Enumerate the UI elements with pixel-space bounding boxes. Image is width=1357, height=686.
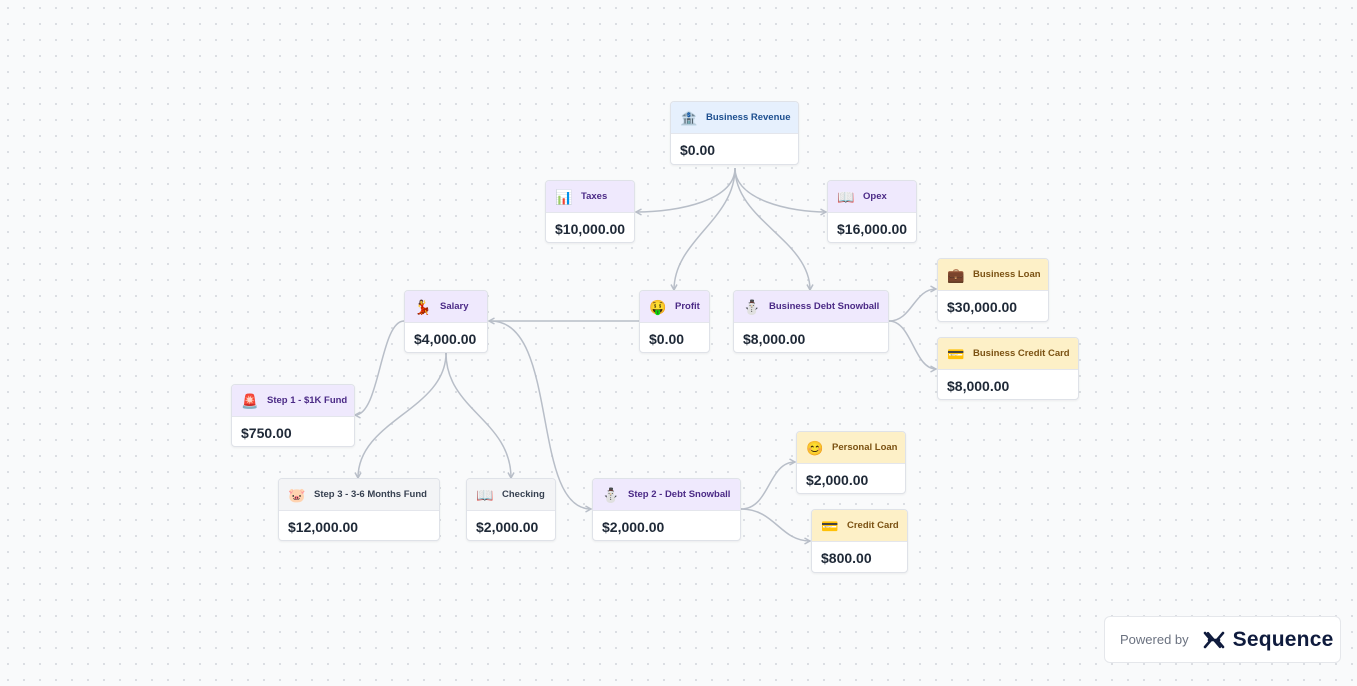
node-checking[interactable]: 📖 Checking $2,000.00 (466, 478, 556, 541)
sequence-logo-icon (1203, 630, 1225, 650)
node-header: 🤑 Profit (640, 291, 709, 323)
node-amount: $800.00 (821, 550, 872, 566)
edge-step2-personal-loan (740, 462, 795, 510)
node-amount: $0.00 (680, 142, 716, 158)
node-header: ⛄ Step 2 - Debt Snowball (593, 479, 740, 511)
bar-chart-icon: 📊 (555, 188, 573, 205)
node-label: Credit Card (847, 520, 899, 531)
powered-by-text: Powered by (1120, 632, 1189, 647)
open-book-icon: 📖 (476, 486, 494, 503)
node-header: 😊 Personal Loan (797, 432, 905, 464)
node-label: Step 1 - $1K Fund (267, 395, 348, 406)
smiling-face-icon: 😊 (806, 439, 824, 456)
node-header: 📖 Opex (828, 181, 916, 213)
node-header: 📊 Taxes (546, 181, 634, 213)
node-personal-loan[interactable]: 😊 Personal Loan $2,000.00 (796, 431, 906, 494)
snowman-icon: ⛄ (602, 486, 620, 503)
node-label: Checking (502, 489, 545, 500)
node-business-debt-snowball[interactable]: ⛄ Business Debt Snowball $8,000.00 (733, 290, 889, 353)
node-business-loan[interactable]: 💼 Business Loan $30,000.00 (937, 258, 1049, 322)
node-amount: $12,000.00 (288, 519, 359, 535)
pig-face-icon: 🐷 (288, 486, 306, 503)
bank-icon: 🏦 (680, 109, 698, 126)
node-label: Business Credit Card (973, 348, 1070, 359)
node-opex[interactable]: 📖 Opex $16,000.00 (827, 180, 917, 243)
node-amount: $30,000.00 (947, 299, 1018, 315)
node-header: 💼 Business Loan (938, 259, 1048, 291)
flow-canvas[interactable]: 🏦 Business Revenue $0.00 📊 Taxes $10,000… (0, 0, 1357, 686)
node-label: Taxes (581, 191, 608, 202)
money-mouth-face-icon: 🤑 (649, 298, 667, 315)
node-header: 💃 Salary (405, 291, 487, 323)
node-taxes[interactable]: 📊 Taxes $10,000.00 (545, 180, 635, 243)
node-header: 🐷 Step 3 - 3-6 Months Fund (279, 479, 439, 511)
credit-card-icon: 💳 (947, 345, 965, 362)
node-label: Step 3 - 3-6 Months Fund (314, 489, 427, 500)
edge-debt-snowball-business-loan (888, 289, 936, 322)
edge-debt-snowball-business-credit-card (888, 320, 936, 369)
node-step3-fund[interactable]: 🐷 Step 3 - 3-6 Months Fund $12,000.00 (278, 478, 440, 541)
node-label: Business Revenue (706, 112, 791, 123)
briefcase-icon: 💼 (947, 266, 965, 283)
node-amount: $0.00 (649, 331, 685, 347)
node-profit[interactable]: 🤑 Profit $0.00 (639, 290, 710, 353)
node-step2-debt-snowball[interactable]: ⛄ Step 2 - Debt Snowball $2,000.00 (592, 478, 741, 541)
dancer-icon: 💃 (414, 298, 432, 315)
node-amount: $10,000.00 (555, 221, 626, 237)
node-label: Step 2 - Debt Snowball (628, 489, 731, 500)
edge-revenue-debt-snowball (734, 167, 810, 290)
node-credit-card[interactable]: 💳 Credit Card $800.00 (811, 509, 908, 573)
node-label: Salary (440, 301, 469, 312)
edge-step2-credit-card (740, 508, 810, 541)
node-header: 🏦 Business Revenue (671, 102, 798, 134)
sequence-brand-name: Sequence (1232, 627, 1334, 651)
node-label: Personal Loan (832, 442, 898, 453)
node-header: 💳 Credit Card (812, 510, 907, 542)
node-amount: $8,000.00 (947, 378, 1010, 394)
node-amount: $2,000.00 (602, 519, 665, 535)
credit-card-icon: 💳 (821, 517, 839, 534)
node-business-revenue[interactable]: 🏦 Business Revenue $0.00 (670, 101, 799, 165)
powered-by-badge[interactable]: Powered by Sequence (1104, 616, 1341, 663)
node-salary[interactable]: 💃 Salary $4,000.00 (404, 290, 488, 353)
node-header: 🚨 Step 1 - $1K Fund (232, 385, 354, 417)
node-amount: $4,000.00 (414, 331, 477, 347)
edge-salary-step3 (358, 352, 447, 478)
node-amount: $2,000.00 (806, 472, 869, 488)
snowman-icon: ⛄ (743, 298, 761, 315)
node-step1-fund[interactable]: 🚨 Step 1 - $1K Fund $750.00 (231, 384, 355, 447)
node-header: ⛄ Business Debt Snowball (734, 291, 888, 323)
node-business-credit-card[interactable]: 💳 Business Credit Card $8,000.00 (937, 337, 1079, 400)
edge-revenue-opex (734, 167, 826, 212)
node-amount: $16,000.00 (837, 221, 908, 237)
node-amount: $8,000.00 (743, 331, 806, 347)
node-amount: $2,000.00 (476, 519, 539, 535)
node-label: Opex (863, 191, 887, 202)
open-book-icon: 📖 (837, 188, 855, 205)
edge-revenue-taxes (636, 167, 736, 212)
node-header: 📖 Checking (467, 479, 555, 511)
node-header: 💳 Business Credit Card (938, 338, 1078, 370)
edge-salary-checking (445, 352, 511, 478)
node-amount: $750.00 (241, 425, 292, 441)
siren-icon: 🚨 (241, 392, 259, 409)
edge-revenue-profit (674, 167, 736, 290)
node-label: Business Debt Snowball (769, 301, 880, 312)
node-label: Profit (675, 301, 700, 312)
node-label: Business Loan (973, 269, 1041, 280)
edge-salary-step1 (355, 320, 405, 415)
